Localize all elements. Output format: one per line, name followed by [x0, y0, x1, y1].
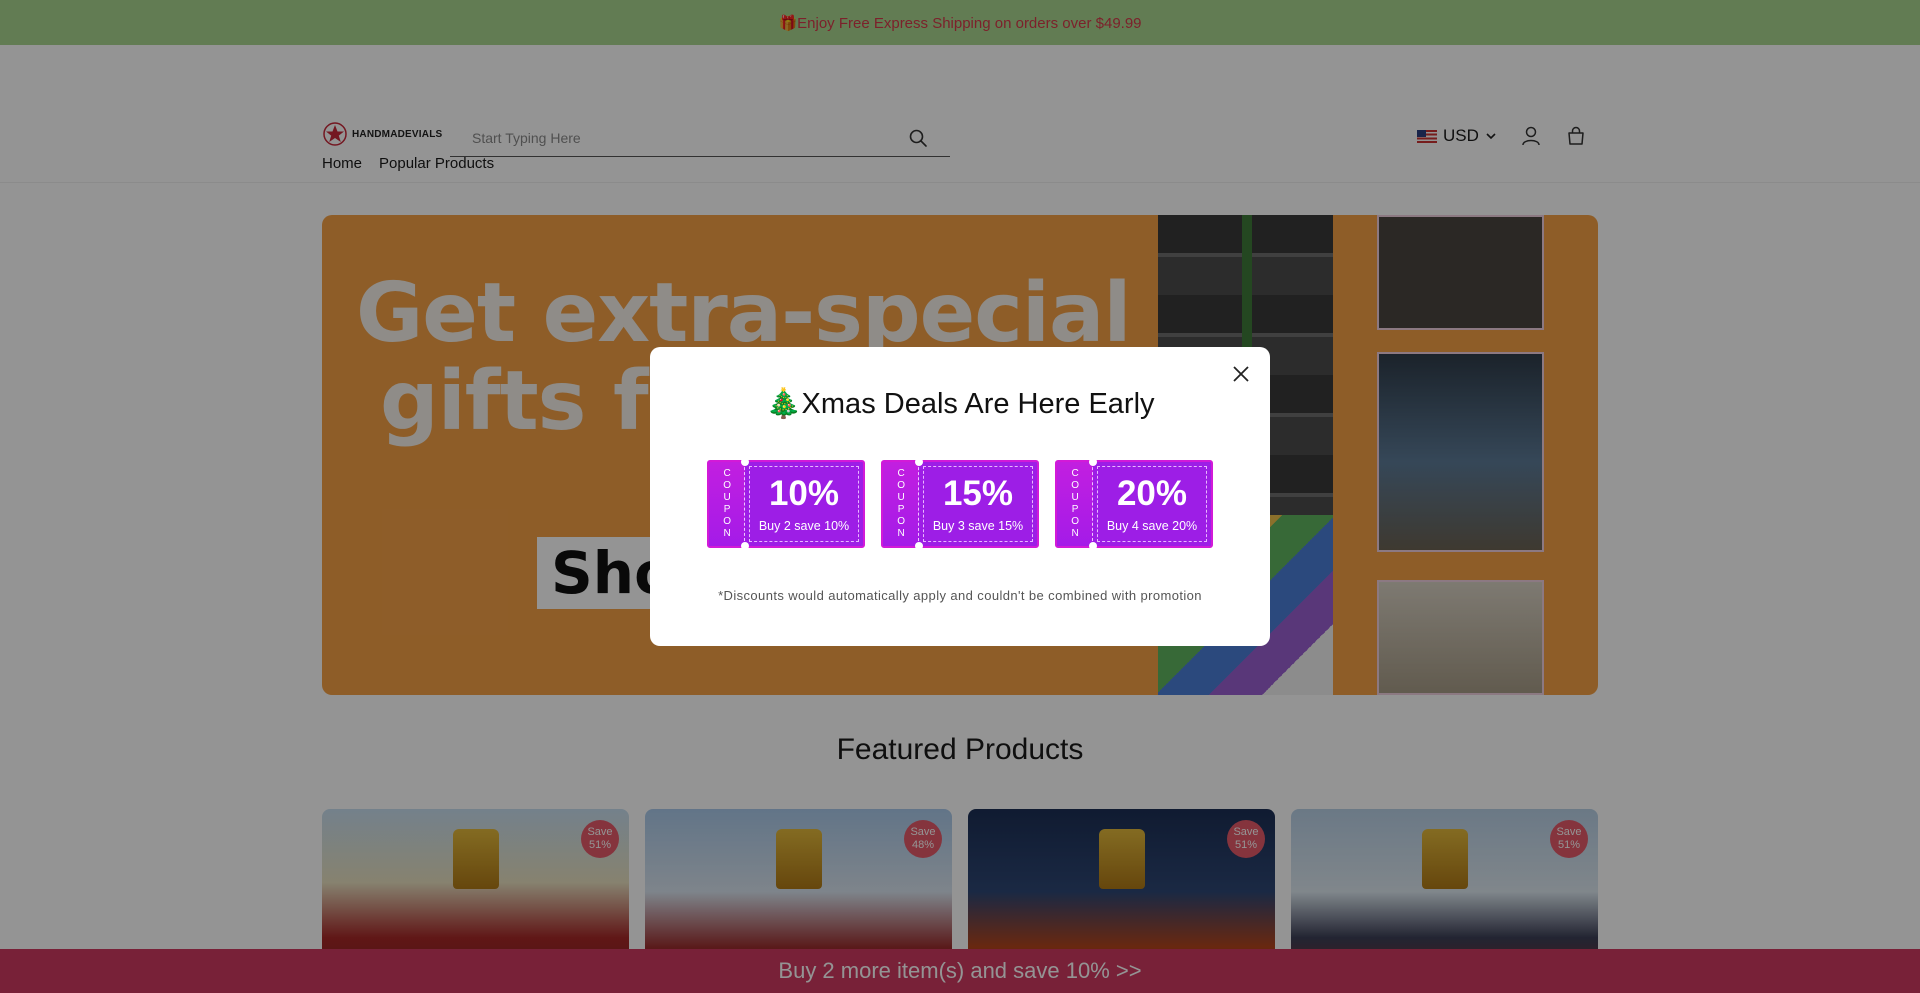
coupon-body: 15% Buy 3 save 15% [923, 466, 1033, 542]
close-icon[interactable] [1230, 363, 1252, 385]
coupon-description: Buy 2 save 10% [758, 518, 850, 533]
coupon-side-text: COUPON [721, 468, 733, 540]
coupon-description: Buy 4 save 20% [1106, 518, 1198, 533]
discount-note: *Discounts would automatically apply and… [718, 588, 1202, 603]
coupon-body: 10% Buy 2 save 10% [749, 466, 859, 542]
coupon-percent: 15% [942, 473, 1014, 513]
coupon-card[interactable]: COUPON 10% Buy 2 save 10% [707, 458, 865, 550]
coupon-percent: 20% [1116, 473, 1188, 513]
coupon-side-label: COUPON [883, 462, 919, 546]
coupon-side-text: COUPON [1069, 468, 1081, 540]
coupon-side-label: COUPON [1057, 462, 1093, 546]
xmas-deals-modal: 🎄Xmas Deals Are Here Early COUPON 10% Bu… [650, 347, 1270, 646]
coupon-card[interactable]: COUPON 15% Buy 3 save 15% [881, 458, 1039, 550]
coupon-side-text: COUPON [895, 468, 907, 540]
coupon-body: 20% Buy 4 save 20% [1097, 466, 1207, 542]
coupon-percent: 10% [768, 473, 840, 513]
coupon-list: COUPON 10% Buy 2 save 10% COUPON 15% Buy… [707, 458, 1213, 550]
coupon-side-label: COUPON [709, 462, 745, 546]
coupon-card[interactable]: COUPON 20% Buy 4 save 20% [1055, 458, 1213, 550]
modal-title: 🎄Xmas Deals Are Here Early [765, 388, 1155, 420]
coupon-description: Buy 3 save 15% [932, 518, 1024, 533]
